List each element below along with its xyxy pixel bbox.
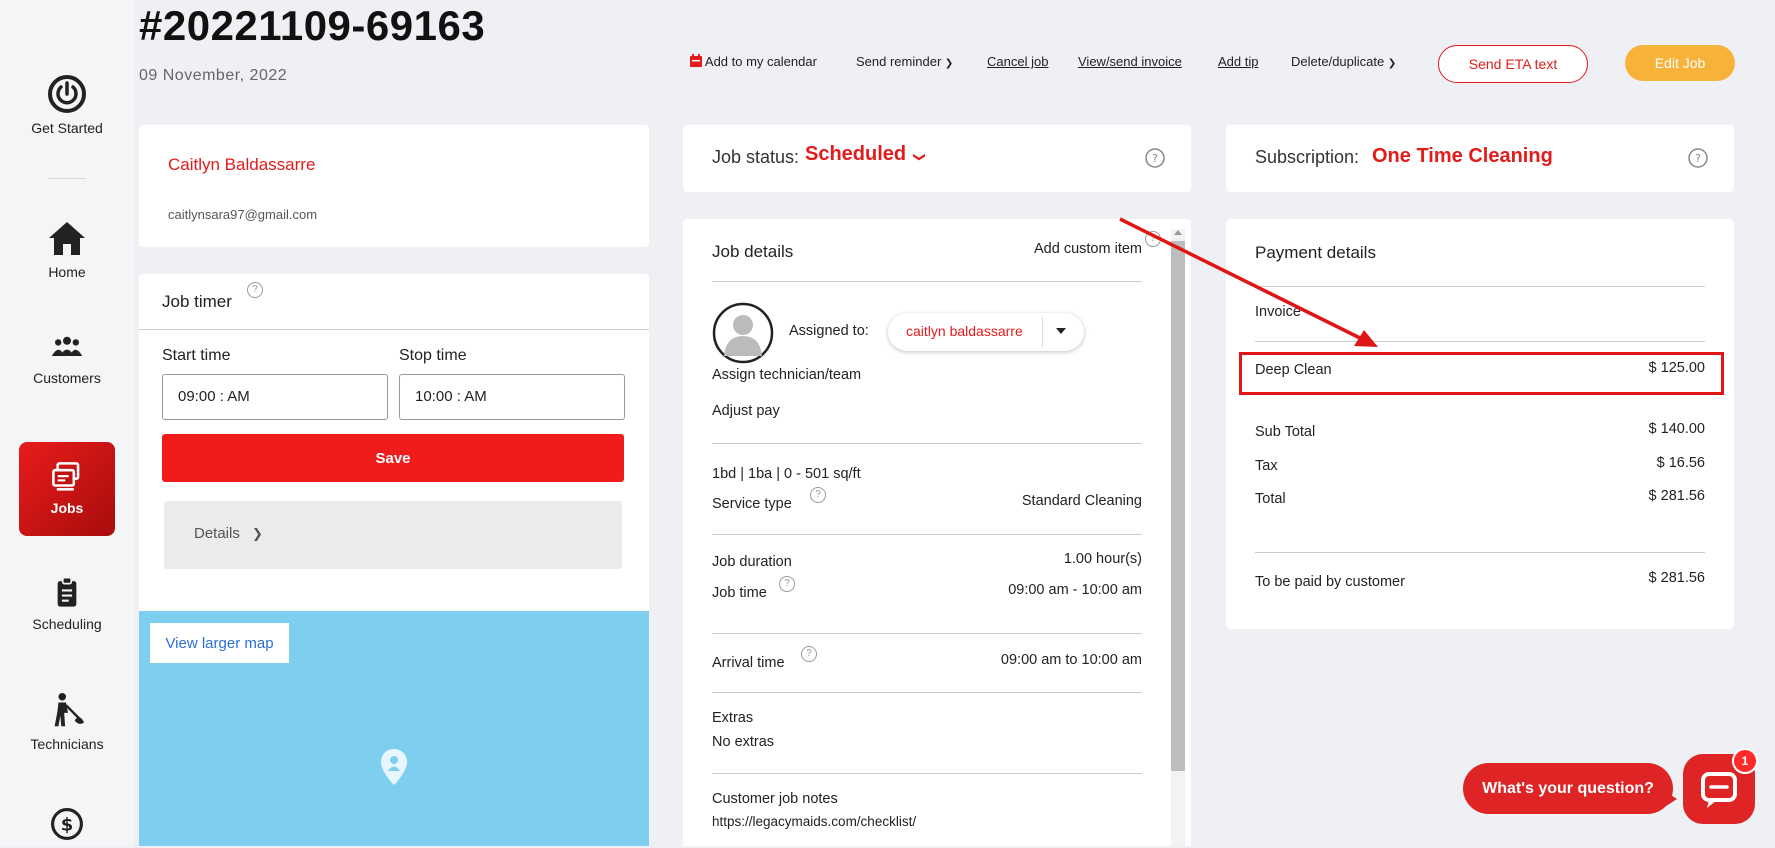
annotation-arrow bbox=[1119, 217, 1378, 347]
chat-prompt-bubble[interactable]: What's your question? bbox=[1463, 763, 1673, 814]
chat-bubble-tail bbox=[1663, 790, 1677, 808]
notification-badge: 1 bbox=[1732, 748, 1758, 774]
